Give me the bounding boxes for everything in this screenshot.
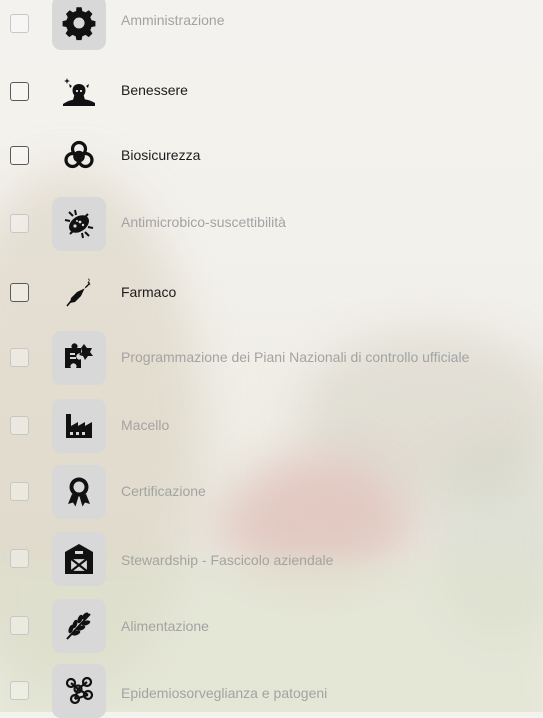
category-label: Epidemiosorveglianza e patogeni xyxy=(121,685,328,701)
category-checkbox[interactable] xyxy=(10,482,29,501)
category-checkbox[interactable] xyxy=(10,616,29,635)
biohazard-icon xyxy=(64,140,94,169)
syringe-icon xyxy=(66,278,91,307)
animal-welfare-icon xyxy=(63,78,95,106)
category-icon-tile xyxy=(52,129,106,183)
category-label: Macello xyxy=(121,417,170,433)
category-row-alimentazione[interactable]: Alimentazione xyxy=(0,599,543,653)
category-checkbox[interactable] xyxy=(10,14,29,33)
category-label: Programmazione dei Piani Nazionali di co… xyxy=(121,349,470,365)
category-label: Amministrazione xyxy=(121,12,225,28)
award-ribbon-icon xyxy=(68,477,90,507)
category-row-benessere[interactable]: Benessere xyxy=(0,67,543,117)
category-label: Alimentazione xyxy=(121,618,209,634)
category-label: Certificazione xyxy=(121,483,206,499)
wheat-icon xyxy=(66,612,91,640)
category-icon-tile xyxy=(52,532,106,586)
bacterium-icon xyxy=(64,209,94,239)
category-icon-tile xyxy=(52,599,106,653)
factory-icon xyxy=(66,414,92,438)
category-row-macello[interactable]: Macello xyxy=(0,399,543,453)
category-icon-tile xyxy=(52,664,106,718)
category-row-programmazione[interactable]: Programmazione dei Piani Nazionali di co… xyxy=(0,331,543,385)
barn-icon xyxy=(65,544,93,574)
category-checkbox[interactable] xyxy=(10,348,29,367)
category-checkbox[interactable] xyxy=(10,82,29,101)
category-row-stewardship[interactable]: Stewardship - Fascicolo aziendale xyxy=(0,532,543,586)
category-label: Stewardship - Fascicolo aziendale xyxy=(121,552,334,568)
category-label: Biosicurezza xyxy=(121,147,201,163)
category-row-certificazione[interactable]: Certificazione xyxy=(0,465,543,519)
category-label: Farmaco xyxy=(121,284,177,300)
category-icon-tile xyxy=(52,399,106,453)
gear-icon xyxy=(62,7,96,41)
category-row-epidemiosorveglianza[interactable]: Epidemiosorveglianza e patogeni xyxy=(0,664,543,718)
category-checkbox[interactable] xyxy=(10,146,29,165)
category-checkbox[interactable] xyxy=(10,416,29,435)
category-icon-tile xyxy=(52,65,106,119)
category-row-biosicurezza[interactable]: Biosicurezza xyxy=(0,131,543,181)
category-icon-tile xyxy=(52,197,106,251)
category-checkbox[interactable] xyxy=(10,549,29,568)
category-icon-tile xyxy=(52,0,106,50)
category-checkbox[interactable] xyxy=(10,283,29,302)
category-row-farmaco[interactable]: Farmaco xyxy=(0,268,543,318)
category-label: Antimicrobico-suscettibilità xyxy=(121,214,286,230)
category-icon-tile xyxy=(52,465,106,519)
category-checkbox[interactable] xyxy=(10,214,29,233)
category-row-antimicrobico[interactable]: Antimicrobico-suscettibilità xyxy=(0,197,543,251)
category-label: Benessere xyxy=(121,82,188,98)
puzzle-plan-icon xyxy=(65,343,93,368)
category-icon-tile xyxy=(52,331,106,385)
category-checkbox[interactable] xyxy=(10,681,29,700)
category-icon-tile xyxy=(52,266,106,320)
category-row-amministrazione[interactable]: Amministrazione xyxy=(0,0,543,50)
molecule-network-icon xyxy=(65,676,94,705)
